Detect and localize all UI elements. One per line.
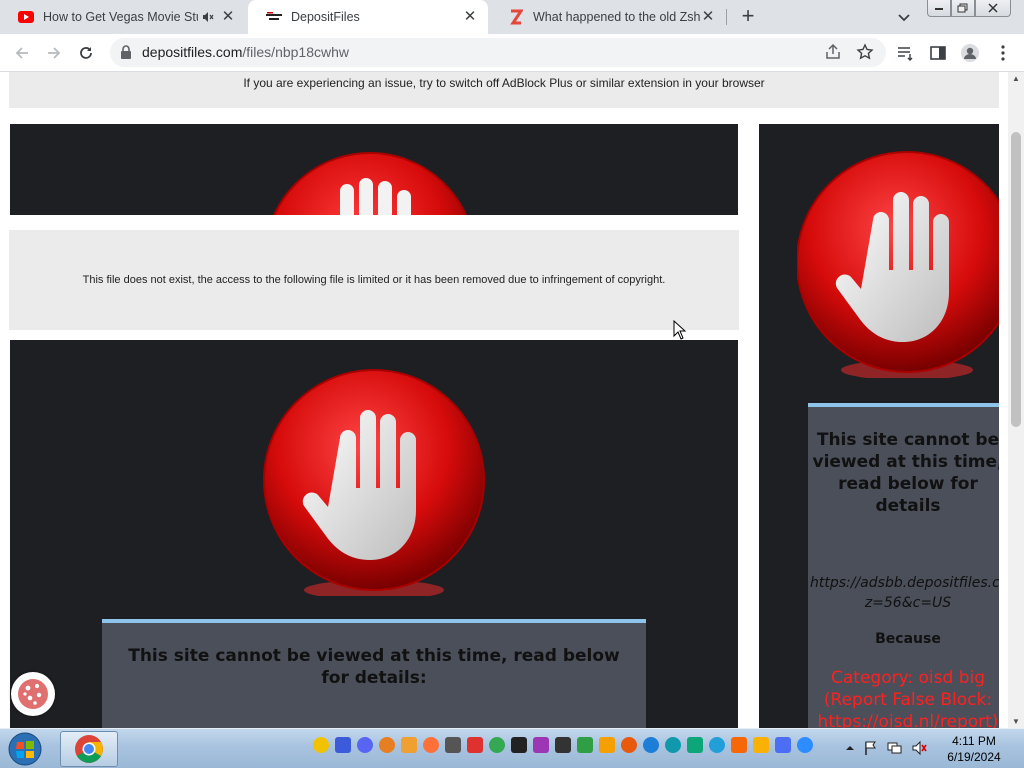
share-icon[interactable]	[824, 43, 842, 61]
show-hidden-icons-icon[interactable]	[845, 740, 855, 756]
because-label: Because	[875, 631, 941, 647]
depositfiles-icon	[266, 9, 282, 25]
profile-avatar-icon[interactable]	[960, 43, 980, 63]
app-icon[interactable]	[775, 737, 791, 753]
stop-banner-top	[10, 124, 738, 215]
system-tray	[845, 740, 927, 756]
skype-icon[interactable]	[665, 737, 681, 753]
back-arrow-icon[interactable]	[10, 41, 34, 65]
close-tab-icon[interactable]: ✕	[700, 9, 716, 25]
browser-toolbar: depositfiles.com/files/nbp18cwhw	[0, 34, 1024, 72]
tab-zshare[interactable]: What happened to the old Zshar ✕	[490, 0, 726, 34]
block-category-text: Category: oisd big (Report False Block: …	[817, 668, 999, 728]
lock-icon[interactable]	[120, 45, 132, 64]
taskbar-chrome-button[interactable]	[60, 731, 118, 767]
inkscape-icon[interactable]	[511, 737, 527, 753]
discord-icon[interactable]	[357, 737, 373, 753]
cookie-settings-button[interactable]	[11, 672, 55, 716]
blocked-url: https://adsbb.depositfiles.com//ad.php?z…	[810, 575, 999, 611]
stop-hand-icon	[797, 151, 999, 378]
block-info-box-side: This site cannot be viewed at this time,…	[808, 403, 999, 728]
forward-arrow-icon[interactable]	[42, 41, 66, 65]
scrollbar-thumb[interactable]	[1011, 132, 1021, 427]
youtube-icon	[18, 9, 34, 25]
stop-hand-icon	[273, 152, 467, 215]
block-panel-main: This site cannot be viewed at this time,…	[10, 340, 738, 728]
block-heading: This site cannot be viewed at this time,…	[812, 430, 999, 516]
start-button[interactable]	[5, 730, 45, 768]
close-tab-icon[interactable]: ✕	[462, 9, 478, 25]
app-icon[interactable]	[599, 737, 615, 753]
tab-title: What happened to the old Zshar	[533, 10, 700, 24]
reading-list-icon[interactable]	[896, 43, 916, 63]
opera-icon[interactable]	[621, 737, 637, 753]
app-icon[interactable]	[445, 737, 461, 753]
url-domain: depositfiles.com	[142, 44, 243, 60]
adblock-notice: If you are experiencing an issue, try to…	[9, 72, 999, 108]
app-icon[interactable]	[753, 737, 769, 753]
block-heading: This site cannot be viewed at this time,…	[128, 646, 620, 688]
tab-youtube[interactable]: How to Get Vegas Movie Stu ✕	[0, 0, 246, 34]
z-icon	[508, 9, 524, 25]
clock-date: 6/19/2024	[947, 750, 1001, 764]
url-text: depositfiles.com/files/nbp18cwhw	[142, 44, 349, 60]
tab-strip: How to Get Vegas Movie Stu ✕ DepositFile…	[0, 0, 1024, 34]
maximize-button[interactable]	[951, 0, 975, 17]
block-panel-side: This site cannot be viewed at this time,…	[759, 124, 999, 728]
app-icon[interactable]	[313, 737, 329, 753]
quick-launch-icons	[313, 737, 813, 753]
app-icon[interactable]	[577, 737, 593, 753]
network-icon[interactable]	[887, 740, 903, 756]
tab-title: How to Get Vegas Movie Stu	[43, 10, 198, 24]
tab-title: DepositFiles	[291, 10, 360, 24]
clock-time: 4:11 PM	[952, 734, 996, 748]
address-bar[interactable]: depositfiles.com/files/nbp18cwhw	[110, 38, 886, 67]
tab-search-chevron-icon[interactable]	[895, 8, 913, 26]
new-tab-button[interactable]: +	[736, 5, 760, 29]
edge-icon[interactable]	[643, 737, 659, 753]
search-app-icon[interactable]	[379, 737, 395, 753]
app-icon[interactable]	[467, 737, 483, 753]
close-window-button[interactable]	[975, 0, 1011, 17]
file-not-found-message: This file does not exist, the access to …	[9, 230, 739, 330]
app-icon[interactable]	[687, 737, 703, 753]
windows-taskbar: 4:11 PM 6/19/2024	[0, 728, 1024, 768]
cookie-icon	[18, 679, 48, 709]
vertical-scrollbar[interactable]: ▲ ▼	[1008, 72, 1024, 728]
app-icon[interactable]	[555, 737, 571, 753]
firefox-icon[interactable]	[423, 737, 439, 753]
minimize-button[interactable]	[927, 0, 951, 17]
chrome-icon[interactable]	[489, 737, 505, 753]
close-tab-icon[interactable]: ✕	[220, 9, 236, 25]
scroll-up-arrow-icon[interactable]: ▲	[1012, 74, 1020, 83]
scroll-down-arrow-icon[interactable]: ▼	[1012, 717, 1020, 726]
reload-icon[interactable]	[74, 41, 98, 65]
app-icon[interactable]	[335, 737, 351, 753]
zoom-icon[interactable]	[797, 737, 813, 753]
tab-depositfiles[interactable]: DepositFiles ✕	[248, 0, 488, 34]
chrome-icon	[75, 735, 103, 763]
bookmark-star-icon[interactable]	[856, 43, 874, 61]
telegram-icon[interactable]	[709, 737, 725, 753]
kebab-menu-icon[interactable]	[993, 43, 1013, 63]
stop-hand-icon	[263, 369, 485, 596]
tab-separator	[726, 9, 727, 25]
block-info-box-main: This site cannot be viewed at this time,…	[102, 619, 646, 728]
app-icon[interactable]	[533, 737, 549, 753]
vlc-icon[interactable]	[731, 737, 747, 753]
volume-muted-icon[interactable]	[911, 740, 927, 756]
url-path: /files/nbp18cwhw	[242, 44, 350, 60]
mouse-cursor-icon	[673, 320, 687, 340]
app-icon[interactable]	[401, 737, 417, 753]
action-center-flag-icon[interactable]	[863, 740, 879, 756]
window-controls	[927, 0, 1011, 18]
taskbar-clock[interactable]: 4:11 PM 6/19/2024	[940, 733, 1008, 765]
page-content: If you are experiencing an issue, try to…	[0, 72, 1008, 728]
mute-icon[interactable]	[202, 9, 214, 25]
side-panel-icon[interactable]	[928, 43, 948, 63]
